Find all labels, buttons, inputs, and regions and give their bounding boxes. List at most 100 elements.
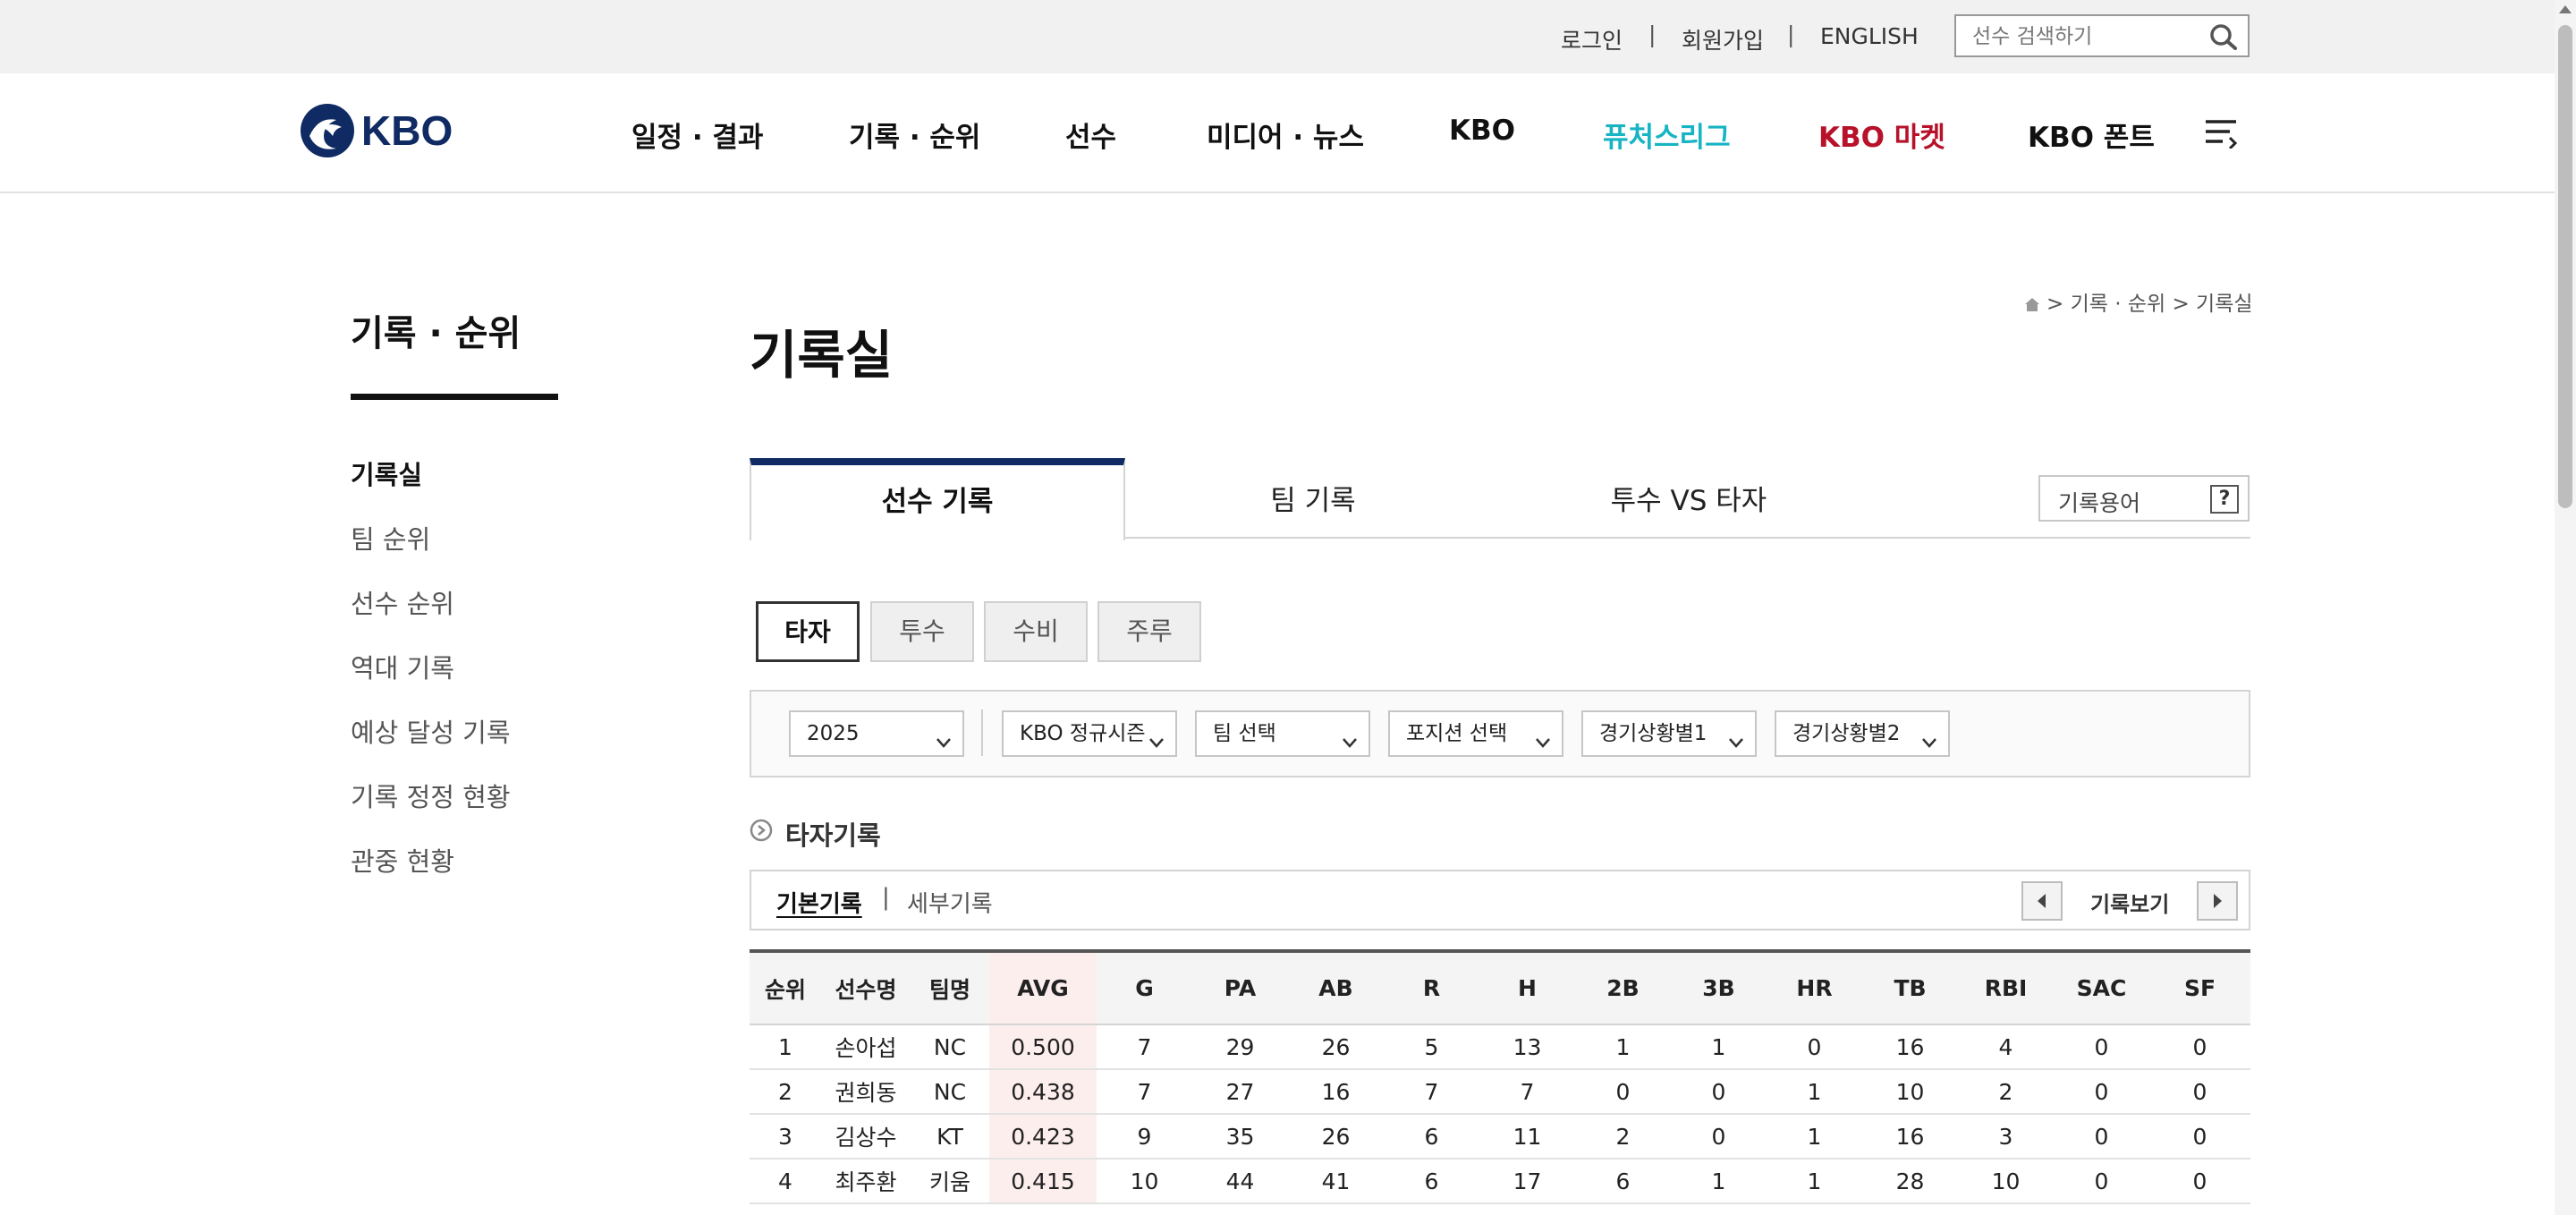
subtab-baserunning[interactable]: 주루	[1097, 601, 1201, 662]
nav-records-rankings[interactable]: 기록 · 순위	[849, 115, 980, 155]
table-cell-2b: 0	[1575, 1069, 1671, 1115]
sidebar-item-expected-milestones[interactable]: 예상 달성 기록	[351, 712, 511, 750]
player-search-input[interactable]	[1972, 23, 2205, 50]
table-row: 3 김상수 KT 0.423 9 35 26 6 11 2 0 1 16 3 0 0	[750, 1114, 2250, 1160]
tab-player-records[interactable]: 선수 기록	[750, 458, 1125, 540]
table-cell-2b: 2	[1575, 1114, 1671, 1160]
position-select-value: 포지션 선택	[1406, 722, 1508, 745]
nav-kbo-market[interactable]: KBO 마켓	[1818, 115, 1945, 155]
main-header: KBO 일정 · 결과 기록 · 순위 선수 미디어 · 뉴스 KBO 퓨처스리…	[0, 73, 2576, 193]
utility-separator: |	[1648, 21, 1657, 47]
nav-futures-league[interactable]: 퓨처스리그	[1603, 115, 1731, 155]
table-cell-sac: 0	[2054, 1114, 2149, 1160]
chevron-down-icon	[1340, 725, 1360, 748]
question-icon: ?	[2210, 485, 2239, 514]
series-select[interactable]: KBO 정규시즌	[1002, 710, 1177, 757]
column-header-g[interactable]: G	[1097, 951, 1192, 1025]
team-select[interactable]: 팀 선택	[1195, 710, 1370, 757]
view-records-label: 기록보기	[2090, 892, 2170, 917]
page-title: 기록실	[750, 325, 894, 386]
situation2-select[interactable]: 경기상황별2	[1775, 710, 1950, 757]
column-header-h[interactable]: H	[1479, 951, 1575, 1025]
chevron-down-icon	[934, 725, 953, 748]
sidebar-item-all-time-records[interactable]: 역대 기록	[351, 648, 454, 685]
nav-schedule-results[interactable]: 일정 · 결과	[631, 115, 763, 155]
column-header-pa[interactable]: PA	[1192, 951, 1288, 1025]
next-page-button[interactable]	[2197, 881, 2238, 921]
nav-kbo-font[interactable]: KBO 폰트	[2028, 115, 2155, 155]
column-header-rbi[interactable]: RBI	[1958, 951, 2054, 1025]
table-cell-2b: 6	[1575, 1159, 1671, 1204]
tab-pitcher-vs-batter[interactable]: 투수 VS 타자	[1501, 458, 1877, 539]
glossary-button[interactable]: 기록용어 ?	[2038, 475, 2250, 522]
position-select[interactable]: 포지션 선택	[1388, 710, 1563, 757]
sidebar-item-record-corrections[interactable]: 기록 정정 현황	[351, 777, 511, 814]
table-cell-3b: 0	[1671, 1114, 1767, 1160]
player-name-link[interactable]: 권희동	[821, 1069, 911, 1115]
chevron-down-icon	[1919, 725, 1939, 748]
sidebar-title-underline	[351, 394, 558, 400]
table-cell-sf: 0	[2149, 1114, 2250, 1160]
sidebar-item-records-room[interactable]: 기록실	[351, 455, 422, 492]
column-header-sac[interactable]: SAC	[2054, 951, 2149, 1025]
table-cell-avg: 0.438	[989, 1069, 1097, 1115]
login-link[interactable]: 로그인	[1561, 23, 1623, 55]
column-header-avg[interactable]: AVG	[989, 951, 1097, 1025]
prev-page-button[interactable]	[2021, 881, 2063, 921]
basic-records-link[interactable]: 기본기록	[776, 886, 862, 919]
table-cell-rank: 4	[750, 1159, 821, 1204]
situation1-select[interactable]: 경기상황별1	[1581, 710, 1757, 757]
column-header-r[interactable]: R	[1384, 951, 1479, 1025]
kbo-logo[interactable]: KBO	[297, 100, 476, 163]
table-cell-ab: 26	[1288, 1114, 1384, 1160]
sidebar-item-player-ranking[interactable]: 선수 순위	[351, 583, 454, 621]
search-icon[interactable]	[2208, 23, 2239, 50]
table-cell-rbi: 2	[1958, 1069, 2054, 1115]
column-header-3b[interactable]: 3B	[1671, 951, 1767, 1025]
scrollbar-thumb[interactable]	[2558, 25, 2572, 508]
nav-kbo[interactable]: KBO	[1449, 115, 1515, 147]
player-name-link[interactable]: 손아섭	[821, 1024, 911, 1070]
menu-icon[interactable]	[2203, 116, 2239, 150]
column-header-2b[interactable]: 2B	[1575, 951, 1671, 1025]
player-name-link[interactable]: 김상수	[821, 1114, 911, 1160]
table-cell-pa: 27	[1192, 1069, 1288, 1115]
table-cell-tb: 16	[1862, 1024, 1958, 1070]
column-header-hr[interactable]: HR	[1767, 951, 1862, 1025]
table-cell-tb: 16	[1862, 1114, 1958, 1160]
nav-players[interactable]: 선수	[1065, 115, 1116, 155]
circle-arrow-icon	[750, 819, 773, 842]
home-icon[interactable]	[2023, 295, 2041, 319]
sidebar-item-attendance[interactable]: 관중 현황	[351, 841, 454, 879]
english-link[interactable]: ENGLISH	[1820, 23, 1919, 49]
record-tabs: 선수 기록 팀 기록 투수 VS 타자	[750, 458, 2250, 540]
subtab-fielding[interactable]: 수비	[984, 601, 1088, 662]
column-header-sf[interactable]: SF	[2149, 951, 2250, 1025]
table-cell-hr: 1	[1767, 1159, 1862, 1204]
player-search-box	[1954, 14, 2250, 57]
player-name-link[interactable]: 최주환	[821, 1159, 911, 1204]
scroll-up-arrow-icon[interactable]	[2559, 5, 2572, 13]
table-header-row: 순위 선수명 팀명 AVG G PA AB R H 2B 3B HR TB RBI SAC SF	[750, 951, 2250, 1025]
table-cell-ab: 16	[1288, 1069, 1384, 1115]
sidebar-item-team-ranking[interactable]: 팀 순위	[351, 519, 430, 557]
tab-team-records[interactable]: 팀 기록	[1125, 458, 1501, 539]
table-cell-hr: 0	[1767, 1024, 1862, 1070]
table-cell-r: 7	[1384, 1069, 1479, 1115]
signup-link[interactable]: 회원가입	[1682, 23, 1764, 55]
detail-records-link[interactable]: 세부기록	[907, 886, 993, 919]
table-cell-pa: 44	[1192, 1159, 1288, 1204]
nav-media-news[interactable]: 미디어 · 뉴스	[1207, 115, 1364, 155]
table-cell-3b: 0	[1671, 1069, 1767, 1115]
column-header-ab[interactable]: AB	[1288, 951, 1384, 1025]
subtab-pitcher[interactable]: 투수	[870, 601, 974, 662]
column-header-tb[interactable]: TB	[1862, 951, 1958, 1025]
chevron-down-icon	[1533, 725, 1553, 748]
table-cell-rank: 2	[750, 1069, 821, 1115]
breadcrumb-path: > 기록 · 순위 > 기록실	[2046, 293, 2253, 316]
season-select[interactable]: 2025	[789, 710, 964, 757]
situation2-select-value: 경기상황별2	[1792, 722, 1901, 745]
record-type-bar: 기본기록 | 세부기록 기록보기	[750, 870, 2250, 930]
subtab-batter[interactable]: 타자	[756, 601, 860, 662]
series-select-value: KBO 정규시즌	[1020, 722, 1146, 745]
